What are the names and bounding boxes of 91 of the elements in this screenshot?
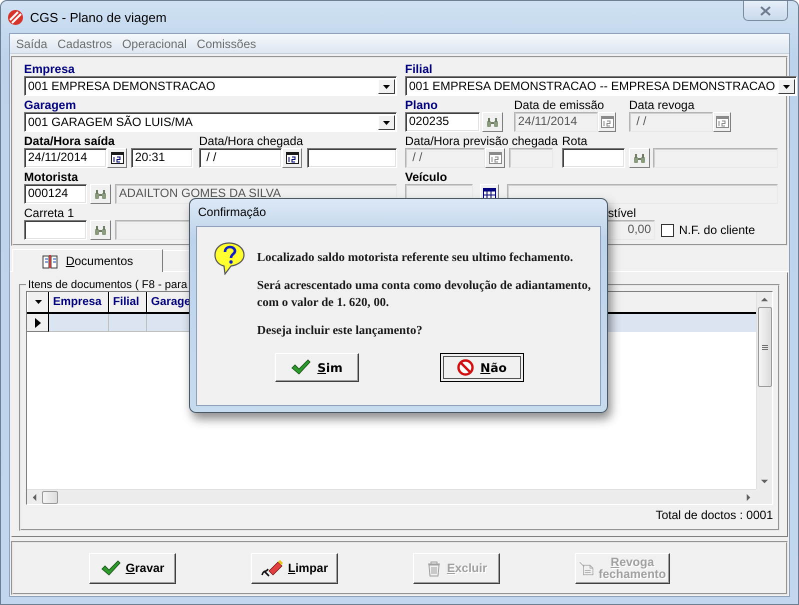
binoculars-icon [633,152,646,164]
field-label: stível [608,206,636,220]
calendar-icon [600,116,614,128]
search-button[interactable] [90,184,111,204]
menu-item[interactable]: Saída [11,36,52,50]
close-button[interactable] [743,1,788,21]
horizontal-scrollbar[interactable] [27,489,756,504]
dropdown-value: 001 EMPRESA DEMONSTRACAO [27,78,216,95]
calendar-icon [110,152,124,164]
field-label: Data/Hora chegada [199,134,304,148]
field-label: Data de emissão [514,98,606,112]
grip-icon [762,344,768,350]
dropdown-arrow-icon [34,300,42,304]
search-button[interactable] [629,148,650,168]
dialog-message: Deseja incluir este lançamento? [257,322,424,339]
field-label: Plano [405,98,439,112]
calendar-button[interactable] [282,148,302,168]
field-label: Data/Hora saída [24,134,116,148]
field-label: Garagem [24,98,76,112]
vertical-scrollbar[interactable] [756,292,772,489]
group-title: Itens de documentos ( F8 - para [27,279,188,291]
dropdown-button[interactable] [378,79,395,94]
menu-item[interactable]: Comissões [192,36,262,50]
dropdown-field[interactable]: 001 GARAGEM SÃO LUIS/MA [24,112,397,132]
dropdown-value: 001 EMPRESA DEMONSTRACAO -- EMPRESA DEMONSTRACAO [408,78,776,95]
total-count: Total de doctos : 0001 [656,508,773,522]
dropdown-field[interactable]: 001 EMPRESA DEMONSTRACAO -- EMPRESA DEMONSTRACAO [405,76,798,96]
dropdown-arrow-icon [383,84,390,88]
dropdown-arrow-icon [383,120,390,124]
column-header[interactable]: Filial [109,292,147,312]
dropdown-button[interactable] [378,115,395,130]
dropdown-button[interactable] [778,79,796,94]
binoculars-icon [94,188,107,200]
calendar-icon [488,152,502,164]
field-label: Data/Hora previsão chegada [405,134,559,148]
checkbox[interactable] [661,224,674,236]
time-field[interactable] [307,148,397,168]
yes-button[interactable]: Sim [275,353,359,382]
trash-icon [426,560,442,576]
dropdown-arrow-icon [783,84,790,88]
field-label: Carreta 1 [24,206,74,220]
scroll-arrow-icon[interactable] [761,296,768,303]
date-field[interactable]: 24/11/2014 [24,148,107,168]
column-header[interactable]: Empresa [49,292,109,312]
dialog-title: Confirmação [197,204,268,221]
date-field[interactable]: / / [199,148,282,168]
table-icon [483,188,496,200]
binoculars-icon [94,224,107,236]
field-label: Rota [562,134,588,148]
book-icon [42,254,58,268]
field-label: Filial [405,62,432,76]
check-icon [291,359,312,376]
window-title: CGS - Plano de viagem [30,10,168,24]
row-pointer-icon [34,318,40,328]
close-icon [760,6,771,16]
text-field[interactable]: 020235 [405,112,480,132]
menu-item[interactable]: Operacional [117,36,192,50]
time-field[interactable]: 20:31 [131,148,193,168]
text-field[interactable]: 000124 [24,184,87,204]
dialog-message: Será acrescentado uma conta como devolução de adiantamento, com o valor de 1. 620, 00. [257,277,591,311]
field-label: Veículo [405,170,448,184]
field-label: Data revoga [629,98,694,112]
calendar-button[interactable] [107,148,127,168]
column-menu-button[interactable] [27,292,49,312]
search-button[interactable] [482,112,503,132]
field-label: Motorista [24,170,78,184]
dropdown-value: 001 GARAGEM SÃO LUIS/MA [27,114,194,131]
scroll-arrow-icon[interactable] [745,494,752,500]
clear-button[interactable]: Limpar [251,552,338,584]
prohibited-icon [457,359,474,376]
menu-item[interactable]: Cadastros [52,36,118,50]
logo-icon [7,8,24,26]
eraser-icon [260,559,283,577]
calendar-icon [716,116,728,128]
save-button[interactable]: Gravar [89,552,176,584]
tab[interactable]: Documentos [12,249,163,272]
check-icon [100,560,121,576]
search-button[interactable] [90,220,111,240]
no-button[interactable]: Não [440,353,524,382]
dropdown-field[interactable]: 001 EMPRESA DEMONSTRACAO [24,76,397,96]
binoculars-icon [486,116,499,128]
field-label: Empresa [24,62,75,76]
text-field[interactable] [24,220,87,240]
text-field[interactable] [562,148,625,168]
help-icon [213,241,246,275]
scroll-thumb[interactable] [42,490,58,504]
checkbox-label: N.F. do cliente [679,223,756,237]
dialog-message: Localizado saldo motorista referente seu ultimo fechamento. [257,249,574,266]
scroll-arrow-icon[interactable] [31,494,38,500]
calendar-icon [286,152,298,164]
scroll-arrow-icon[interactable] [761,478,768,485]
